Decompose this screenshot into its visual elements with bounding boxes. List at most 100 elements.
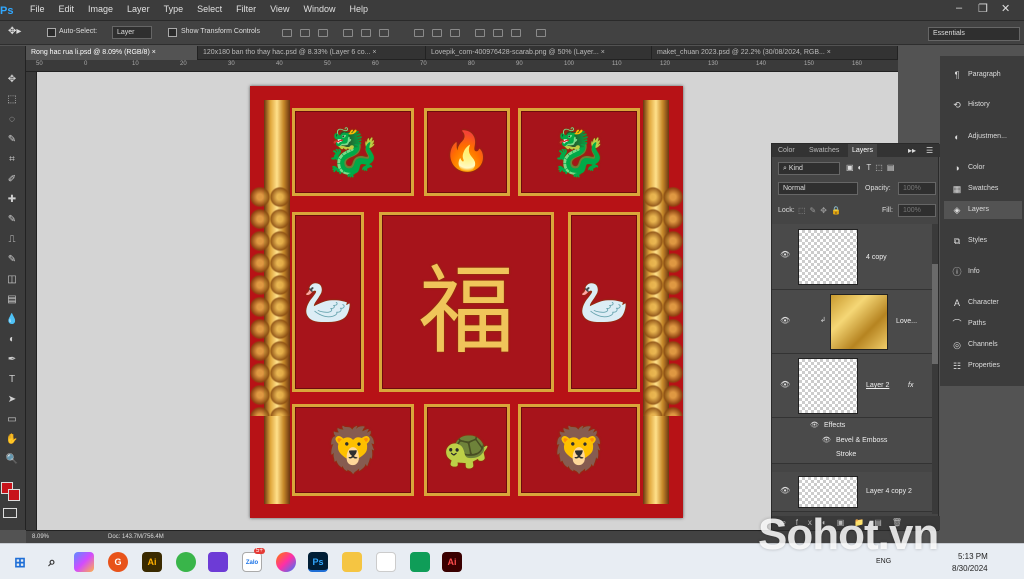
dock-item-swatches[interactable]: ▦ Swatches <box>944 180 1022 198</box>
dock-item-styles[interactable]: ⧉ Styles <box>944 232 1022 250</box>
quick-mask-icon[interactable] <box>3 508 17 518</box>
zoom-level[interactable]: 8.09% <box>32 531 49 543</box>
quick-select-icon[interactable]: ✎ <box>2 132 22 148</box>
move-tool-preset-icon[interactable]: ✥▸ <box>8 26 21 37</box>
minimize-button[interactable]: – <box>956 2 962 14</box>
eye-icon[interactable]: 👁 <box>780 250 790 259</box>
eye-icon[interactable]: 👁 <box>780 316 790 325</box>
browser-icon[interactable] <box>276 552 296 572</box>
dock-item-character[interactable]: A Character <box>944 294 1022 312</box>
show-transform-checkbox[interactable] <box>168 28 177 37</box>
menu-image[interactable]: Image <box>88 4 113 14</box>
layer-name[interactable]: Layer 4 copy 2 <box>866 488 912 495</box>
menu-layer[interactable]: Layer <box>127 4 150 14</box>
align-vcenter-icon[interactable] <box>300 29 310 37</box>
pen-icon[interactable]: ✒ <box>2 352 22 368</box>
gradient-icon[interactable]: ▤ <box>2 292 22 308</box>
photoshop-taskbar-icon[interactable]: Ps <box>308 552 328 572</box>
panel-menu-icon[interactable]: ☰ <box>926 146 933 155</box>
distribute-left-icon[interactable] <box>475 29 485 37</box>
dock-item-layers[interactable]: ◈ Layers <box>944 201 1022 219</box>
dock-item-properties[interactable]: ☷ Properties <box>944 357 1022 375</box>
distribute-bottom-icon[interactable] <box>450 29 460 37</box>
clock-date[interactable]: 8/30/2024 <box>952 564 988 573</box>
menu-select[interactable]: Select <box>197 4 222 14</box>
blend-mode-dropdown[interactable]: Normal <box>778 182 858 195</box>
app-purple-icon[interactable] <box>208 552 228 572</box>
history-brush-icon[interactable]: ✎ <box>2 252 22 268</box>
tab-color[interactable]: Color <box>774 144 799 157</box>
layer-name[interactable]: 4 copy <box>866 254 887 261</box>
opacity-input[interactable]: 100% <box>898 182 936 195</box>
fx-badge[interactable]: fx <box>908 382 913 389</box>
align-hcenter-icon[interactable] <box>361 29 371 37</box>
dodge-icon[interactable]: ◐ <box>2 332 22 348</box>
restore-button[interactable]: ❐ <box>978 2 988 15</box>
fill-input[interactable]: 100% <box>898 204 936 217</box>
brush-icon[interactable]: ✎ <box>2 212 22 228</box>
illustrator-icon[interactable]: Ai <box>142 552 162 572</box>
menu-edit[interactable]: Edit <box>59 4 75 14</box>
search-icon[interactable]: ⌕ <box>42 552 62 572</box>
blur-icon[interactable]: 💧 <box>2 312 22 328</box>
tab-close-icon[interactable]: × <box>152 49 156 56</box>
document-artwork[interactable]: 🐉 🔥 🐉 🦢 福 🦢 🦁 🐢 🦁 <box>250 86 683 518</box>
type-icon[interactable]: T <box>2 372 22 388</box>
dock-item-channels[interactable]: ◎ Channels <box>944 336 1022 354</box>
start-icon[interactable]: ⊞ <box>10 552 30 572</box>
move-icon[interactable]: ✥ <box>2 72 22 88</box>
zalo-icon[interactable]: Zalo <box>242 552 262 572</box>
effect-bevel-emboss[interactable]: Bevel & Emboss <box>836 437 887 444</box>
app-green-icon[interactable] <box>176 552 196 572</box>
dock-item-paragraph[interactable]: ¶ Paragraph <box>944 66 1022 84</box>
eye-icon[interactable]: 👁 <box>822 436 831 444</box>
app-green-2-icon[interactable] <box>410 552 430 572</box>
copilot-icon[interactable] <box>74 552 94 572</box>
eye-icon[interactable]: 👁 <box>780 486 790 495</box>
layer-name[interactable]: Love... <box>896 318 917 325</box>
tab-document-1[interactable]: Rong hac rua li.psd @ 8.09% (RGB/8) × <box>26 46 198 60</box>
close-button[interactable]: ✕ <box>1001 2 1010 15</box>
dock-item-color[interactable]: ◑ Color <box>944 159 1022 177</box>
layer-row[interactable]: 👁 Layer 4 copy 2 <box>772 472 932 512</box>
menu-file[interactable]: File <box>30 4 45 14</box>
lasso-icon[interactable]: ◌ <box>2 112 22 128</box>
dock-item-adjustmen[interactable]: ◐ Adjustmen... <box>944 128 1022 146</box>
hand-icon[interactable]: ✋ <box>2 432 22 448</box>
dock-item-paths[interactable]: ⌒ Paths <box>944 315 1022 333</box>
path-select-icon[interactable]: ➤ <box>2 392 22 408</box>
dock-item-history[interactable]: ⟲ History <box>944 96 1022 114</box>
clock-time[interactable]: 5:13 PM <box>958 552 988 561</box>
distribute-hcenter-icon[interactable] <box>493 29 503 37</box>
layers-scrollbar[interactable] <box>932 224 938 514</box>
layer-row[interactable]: 👁 ↲ Love... <box>772 290 932 354</box>
menu-filter[interactable]: Filter <box>236 4 256 14</box>
distribute-vcenter-icon[interactable] <box>432 29 442 37</box>
auto-align-icon[interactable] <box>536 29 546 37</box>
tab-close-icon[interactable]: × <box>372 49 376 56</box>
eyedropper-icon[interactable]: ✐ <box>2 172 22 188</box>
auto-select-checkbox[interactable] <box>47 28 56 37</box>
illustrator-2-icon[interactable]: Ai <box>442 552 462 572</box>
tab-document-4[interactable]: maket_chuan 2023.psd @ 22.2% (30/08/2024… <box>652 46 898 60</box>
eye-icon[interactable]: 👁 <box>780 380 790 389</box>
workspace-switcher[interactable]: Essentials <box>928 27 1020 41</box>
tab-close-icon[interactable]: × <box>601 49 605 56</box>
distribute-top-icon[interactable] <box>414 29 424 37</box>
menu-view[interactable]: View <box>270 4 289 14</box>
distribute-right-icon[interactable] <box>511 29 521 37</box>
tab-document-3[interactable]: Lovepik_com-400976428-scarab.png @ 50% (… <box>426 46 652 60</box>
crop-icon[interactable]: ⌗ <box>2 152 22 168</box>
eye-icon[interactable]: 👁 <box>810 421 819 429</box>
marquee-icon[interactable]: ⬚ <box>2 92 22 108</box>
menu-window[interactable]: Window <box>303 4 335 14</box>
tab-layers[interactable]: Layers <box>848 144 878 157</box>
effect-stroke[interactable]: Stroke <box>836 451 856 458</box>
vertical-ruler[interactable] <box>26 72 37 530</box>
eraser-icon[interactable]: ◫ <box>2 272 22 288</box>
layer-row[interactable]: 👁 4 copy <box>772 224 932 290</box>
healing-icon[interactable]: ✚ <box>2 192 22 208</box>
align-top-icon[interactable] <box>282 29 292 37</box>
shape-icon[interactable]: ▭ <box>2 412 22 428</box>
menu-help[interactable]: Help <box>349 4 368 14</box>
